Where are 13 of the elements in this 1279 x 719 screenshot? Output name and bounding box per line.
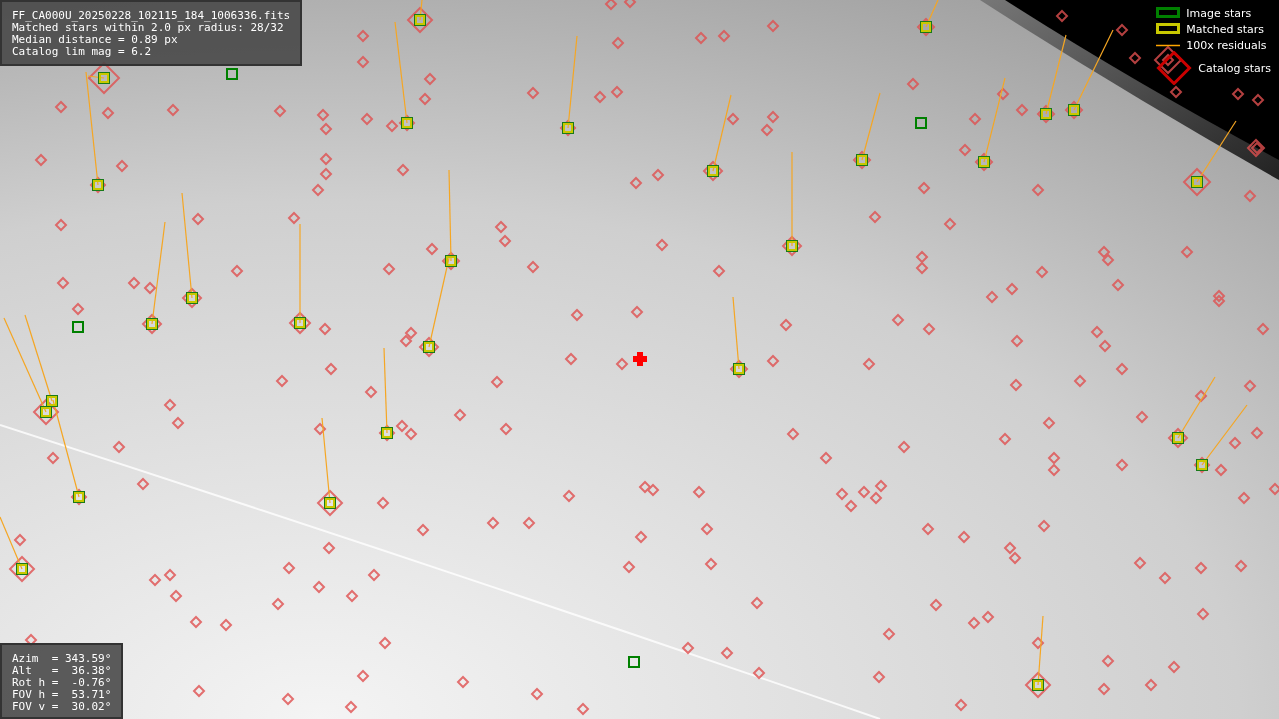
pointing-text: Azim = 343.59° <box>12 653 112 665</box>
info-text: Matched stars within 2.0 px radius: 28/32 <box>12 22 284 34</box>
pointing-text: FOV h = 53.71° <box>12 689 112 701</box>
pointing-text: Alt = 36.38° <box>12 665 112 677</box>
pointing-text: Rot h = -0.76° <box>12 677 112 689</box>
legend-label: 100x residuals <box>1186 38 1267 52</box>
info-text: Median distance = 0.89 px <box>12 34 179 46</box>
legend-label: Matched stars <box>1186 22 1265 36</box>
legend-label: Image stars <box>1186 6 1252 20</box>
info-text: Catalog lim mag = 6.2 <box>12 46 153 58</box>
pointing-text: FOV v = 30.02° <box>12 701 112 713</box>
info-text: FF_CA000U_20250228_102115_184_1006336.fits <box>12 10 291 22</box>
legend-label: Catalog stars <box>1198 61 1271 75</box>
